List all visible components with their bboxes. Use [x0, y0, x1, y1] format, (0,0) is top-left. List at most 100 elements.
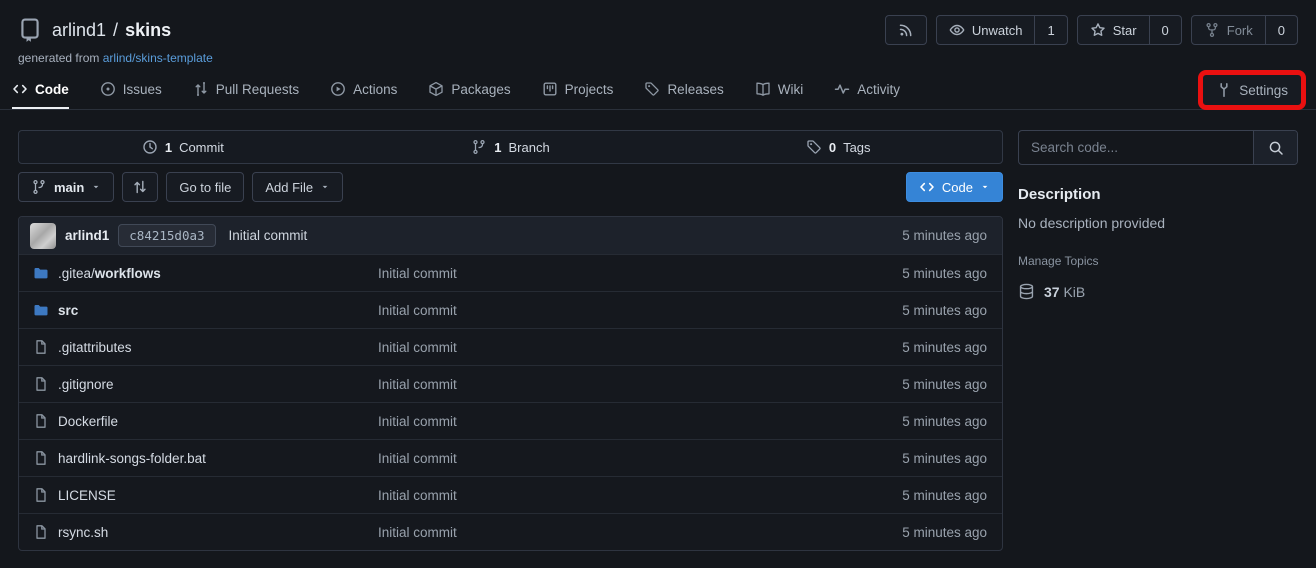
file-row: hardlink-songs-folder.bat Initial commit… — [19, 439, 1002, 476]
star-label: Star — [1113, 23, 1137, 38]
history-icon — [142, 139, 158, 155]
commit-sha-link[interactable]: c84215d0a3 — [118, 224, 215, 247]
file-commit-time: 5 minutes ago — [816, 377, 991, 392]
forks-count[interactable]: 0 — [1265, 16, 1297, 44]
file-commit-message[interactable]: Initial commit — [378, 414, 816, 429]
commits-stat[interactable]: 1 Commit — [19, 131, 347, 163]
file-row: .gitignore Initial commit 5 minutes ago — [19, 365, 1002, 402]
git-branch-icon — [471, 139, 487, 155]
go-to-file-label: Go to file — [179, 180, 231, 195]
tab-issues-label: Issues — [123, 82, 162, 97]
repo-size: 37 KiB — [1018, 283, 1298, 300]
template-repo-link[interactable]: arlind/skins-template — [103, 51, 213, 65]
search-input[interactable] — [1019, 131, 1253, 164]
star-icon — [1090, 22, 1106, 38]
repo-title-row: arlind1 / skins Unwatch 1 Star 0 — [18, 14, 1298, 46]
add-file-button[interactable]: Add File — [252, 172, 343, 202]
file-name-link[interactable]: .gitattributes — [30, 339, 378, 355]
unwatch-button[interactable]: Unwatch — [937, 16, 1035, 44]
go-to-file-button[interactable]: Go to file — [166, 172, 244, 202]
stars-count[interactable]: 0 — [1149, 16, 1181, 44]
file-commit-time: 5 minutes ago — [816, 266, 991, 281]
file-name: workflows — [95, 266, 161, 281]
rss-icon — [898, 22, 914, 38]
compare-button[interactable] — [122, 172, 158, 202]
tags-label: Tags — [843, 140, 870, 155]
file-name-link[interactable]: hardlink-songs-folder.bat — [30, 450, 378, 466]
git-branch-icon — [31, 179, 47, 195]
tab-actions[interactable]: Actions — [330, 71, 397, 109]
file-name: .gitignore — [58, 377, 114, 392]
file-name: Dockerfile — [58, 414, 118, 429]
fork-button[interactable]: Fork — [1192, 16, 1265, 44]
commit-message-link[interactable]: Initial commit — [229, 228, 308, 243]
branches-label: Branch — [509, 140, 550, 155]
manage-topics-link[interactable]: Manage Topics — [1018, 254, 1099, 268]
file-commit-message[interactable]: Initial commit — [378, 451, 816, 466]
branches-stat[interactable]: 1 Branch — [347, 131, 675, 163]
repo-stats-bar: 1 Commit 1 Branch 0 Tags — [18, 130, 1003, 164]
eye-icon — [949, 22, 965, 38]
tab-issues[interactable]: Issues — [100, 71, 162, 109]
book-open-icon — [755, 81, 771, 97]
avatar[interactable] — [30, 223, 56, 249]
tags-stat[interactable]: 0 Tags — [674, 131, 1002, 163]
commit-author-link[interactable]: arlind1 — [65, 228, 109, 243]
code-download-button[interactable]: Code — [906, 172, 1003, 202]
tab-packages[interactable]: Packages — [428, 71, 510, 109]
repo-header: arlind1 / skins Unwatch 1 Star 0 — [0, 0, 1316, 65]
file-toolbar: main Go to file Add File Code — [18, 172, 1003, 202]
repo-browser-column: 1 Commit 1 Branch 0 Tags main — [18, 130, 1003, 551]
tag-icon — [806, 139, 822, 155]
fork-label: Fork — [1227, 23, 1253, 38]
tab-releases[interactable]: Releases — [644, 71, 723, 109]
chevron-down-icon — [320, 182, 330, 192]
file-name-link[interactable]: .gitea/workflows — [30, 265, 378, 281]
file-commit-message[interactable]: Initial commit — [378, 303, 816, 318]
file-commit-message[interactable]: Initial commit — [378, 340, 816, 355]
file-commit-message[interactable]: Initial commit — [378, 266, 816, 281]
file-commit-time: 5 minutes ago — [816, 340, 991, 355]
file-commit-time: 5 minutes ago — [816, 303, 991, 318]
file-table: arlind1 c84215d0a3 Initial commit 5 minu… — [18, 216, 1003, 551]
code-button-label: Code — [942, 180, 973, 195]
file-icon — [33, 524, 49, 540]
commit-time: 5 minutes ago — [902, 228, 991, 243]
repo-owner-link[interactable]: arlind1 — [52, 20, 106, 41]
repo-title-separator: / — [113, 20, 118, 41]
rss-button[interactable] — [885, 15, 927, 45]
file-commit-time: 5 minutes ago — [816, 525, 991, 540]
latest-commit-row: arlind1 c84215d0a3 Initial commit 5 minu… — [19, 217, 1002, 254]
file-name-link[interactable]: LICENSE — [30, 487, 378, 503]
repo-size-value: 37 — [1044, 284, 1060, 300]
description-text: No description provided — [1018, 215, 1298, 231]
file-name-link[interactable]: src — [30, 302, 378, 318]
tab-pull-requests[interactable]: Pull Requests — [193, 71, 299, 109]
folder-icon — [33, 302, 49, 318]
file-commit-message[interactable]: Initial commit — [378, 525, 816, 540]
code-search-box — [1018, 130, 1298, 165]
tab-wiki[interactable]: Wiki — [755, 71, 804, 109]
file-name-link[interactable]: Dockerfile — [30, 413, 378, 429]
branch-selector-button[interactable]: main — [18, 172, 114, 202]
tab-activity[interactable]: Activity — [834, 71, 900, 109]
file-row: LICENSE Initial commit 5 minutes ago — [19, 476, 1002, 513]
star-button[interactable]: Star — [1078, 16, 1149, 44]
commits-count: 1 — [165, 140, 172, 155]
tab-settings[interactable]: Settings — [1216, 82, 1288, 98]
file-icon — [33, 339, 49, 355]
repo-name-link[interactable]: skins — [125, 20, 171, 41]
file-name-link[interactable]: .gitignore — [30, 376, 378, 392]
tab-code[interactable]: Code — [12, 71, 69, 109]
file-commit-message[interactable]: Initial commit — [378, 377, 816, 392]
generated-from-line: generated from arlind/skins-template — [18, 51, 1298, 65]
watchers-count[interactable]: 1 — [1034, 16, 1066, 44]
tab-pull-requests-label: Pull Requests — [216, 82, 299, 97]
search-button[interactable] — [1253, 131, 1297, 164]
tab-projects[interactable]: Projects — [542, 71, 614, 109]
watch-button-group: Unwatch 1 — [936, 15, 1068, 45]
file-name-link[interactable]: rsync.sh — [30, 524, 378, 540]
commits-label: Commit — [179, 140, 224, 155]
repo-tabs-nav: Code Issues Pull Requests Actions Packag… — [0, 71, 1316, 110]
file-commit-message[interactable]: Initial commit — [378, 488, 816, 503]
